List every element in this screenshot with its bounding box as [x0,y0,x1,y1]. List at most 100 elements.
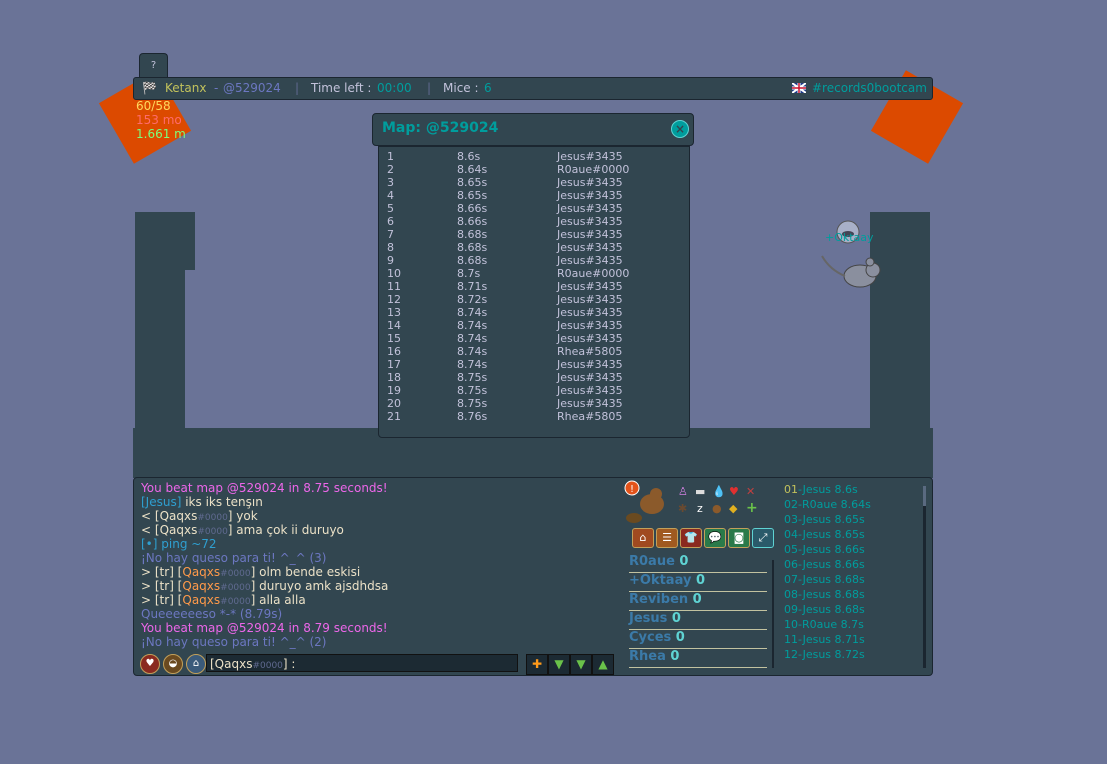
chat-message: ¡No hay queso para ti! ^_^ (2) [141,635,327,649]
leaderboard-entry: 05-Jesus 8.66s [784,542,865,557]
chat-message-part: < [ [141,509,160,523]
plus-icon[interactable]: ✚ [526,654,548,675]
arrow-up-icon[interactable]: ▲ [592,654,614,675]
leaderboard-text: -Jesus 8.72s [798,648,865,661]
record-player: Jesus#3435 [557,332,623,345]
fullscreen-icon[interactable]: ⤢ [752,528,774,548]
svg-text:!: ! [630,484,634,495]
sword-icon[interactable]: ✕ [746,486,755,498]
discord-icon[interactable]: ◙ [728,528,750,548]
house-icon[interactable]: ⌂ [632,528,654,548]
chat-message-part: Qaqxs [182,593,221,607]
player-row[interactable]: Rhea 0 [629,649,767,668]
leaderboard-text: -Jesus 8.66s [798,543,865,556]
heart-icon[interactable]: ♥ [729,486,739,498]
record-player: Jesus#3435 [557,306,623,319]
leaderboard-text: -Jesus 8.68s [798,573,865,586]
shirt-icon[interactable]: 👕 [680,528,702,548]
time-left-value: 00:00 [377,81,412,95]
record-time: 8.65s [457,176,488,189]
chat-message-part: #0000 [197,527,228,537]
leaderboard-rank: 11 [784,633,798,646]
player-row[interactable]: Jesus 0 [629,611,767,630]
player-row[interactable]: +Oktaay 0 [629,573,767,592]
player-score: 0 [691,573,706,588]
player-row[interactable]: Reviben 0 [629,592,767,611]
scrollbar-thumb[interactable] [923,486,926,506]
chat-message-part: ¡No hay queso para ti! ^_^ (2) [141,635,327,649]
chat-message: ¡No hay queso para ti! ^_^ (3) [141,551,327,565]
map-code[interactable]: @529024 [223,78,281,99]
records-list: 1 8.6s Jesus#3435 2 8.64s R0aue#0000 3 8.65s Jes… [378,146,690,438]
leaderboard-entry: 07-Jesus 8.68s [784,572,865,587]
water-drop-icon[interactable]: 💧 [712,486,726,498]
chat-input-suffix: ] : [282,657,296,671]
arrow-down-icon[interactable]: ▼ [570,654,592,675]
shaman-avatar[interactable]: ! [624,480,668,524]
chat-message-part: > [tr] [ [141,565,183,579]
dress-icon[interactable]: ♙ [678,486,688,498]
record-row: 21 8.76s Rhea#5805 [379,410,679,423]
chat-message-part: ] duruyo amk ajsdhdsa [250,579,389,593]
record-row: 10 8.7s R0aue#0000 [379,267,679,280]
close-icon[interactable]: × [671,120,689,138]
shaman-name[interactable]: Ketanx [165,78,206,99]
record-player: Jesus#3435 [557,176,623,189]
record-time: 8.74s [457,319,488,332]
chat-message: You beat map @529024 in 8.75 seconds! [141,481,388,495]
list-icon[interactable]: ☰ [656,528,678,548]
chat-bubble-icon[interactable]: 💬 [704,528,726,548]
nut-icon[interactable]: ● [712,503,722,515]
player-stats: 60/58 153 mo 1.661 m [136,99,186,141]
chat-input[interactable]: [Qaqxs#0000] : [206,654,518,672]
record-rank: 21 [387,410,401,423]
record-rank: 10 [387,267,401,280]
time-left-label: Time left : [311,81,372,95]
cheese-bag-icon[interactable]: ◒ [163,654,183,674]
record-rank: 12 [387,293,401,306]
chat-message-part: ] yok [227,509,258,523]
chat-message-part: Qaqxs [159,509,198,523]
sleep-icon[interactable]: z [697,503,703,515]
record-row: 2 8.64s R0aue#0000 [379,163,679,176]
heart-icon[interactable]: ♥ [140,654,160,674]
record-rank: 8 [387,241,394,254]
arrow-down-icon[interactable]: ▼ [548,654,570,675]
player-list-scrollbar[interactable] [772,560,774,668]
house-icon[interactable]: ⌂ [186,654,206,674]
player-score: 0 [665,649,680,664]
player-row[interactable]: Cyces 0 [629,630,767,649]
map-dash: - [214,81,219,95]
chat-message-part: Qaqxs [182,579,221,593]
room-name[interactable]: #records0bootcam [812,78,928,99]
player-name: Reviben [629,592,689,607]
help-tab[interactable]: ? [139,53,168,78]
mice-label: Mice : [443,81,479,95]
hat-icon[interactable]: ▬ [695,486,705,498]
record-player: Jesus#3435 [557,189,623,202]
chat-message-part: Qaqxs [182,565,221,579]
record-row: 18 8.75s Jesus#3435 [379,371,679,384]
stats-line-1: 60/58 [136,99,171,113]
record-rank: 9 [387,254,394,267]
record-player: R0aue#0000 [557,163,630,176]
chat-message-part: < [ [141,523,160,537]
leaderboard-entry: 12-Jesus 8.72s [784,647,865,662]
leaderboard-scrollbar[interactable] [923,486,926,668]
chat-message-part: Queeeeeeso *-* (8.79s) [141,607,283,621]
mouse-icon [821,220,881,288]
bug-icon[interactable]: ✱ [678,503,687,515]
ground-pillar-left-top [135,212,195,270]
record-player: Jesus#3435 [557,358,623,371]
leaderboard-text: -Jesus 8.68s [798,603,865,616]
leaderboard-entry: 08-Jesus 8.68s [784,587,865,602]
add-icon[interactable]: + [746,501,758,515]
chat-message-part: #0000 [197,513,228,523]
record-rank: 6 [387,215,394,228]
record-rank: 11 [387,280,401,293]
chat-message: [Jesus] iks iks tenşın [141,495,263,509]
cheese-icon[interactable]: ◆ [729,503,737,515]
player-row[interactable]: R0aue 0 [629,554,767,573]
record-time: 8.64s [457,163,488,176]
record-row: 7 8.68s Jesus#3435 [379,228,679,241]
